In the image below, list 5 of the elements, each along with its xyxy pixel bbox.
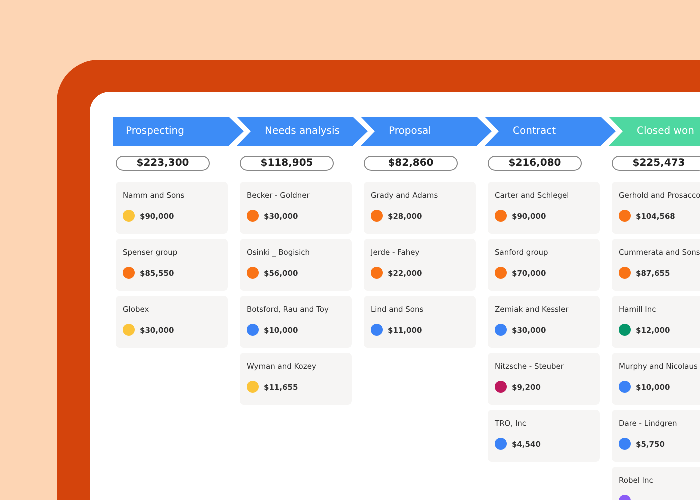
stage-total: $118,905 [240,156,334,171]
stage-total: $223,300 [116,156,210,171]
stage-total: $82,860 [364,156,458,171]
stage-total: $225,473 [612,156,700,171]
stage-total: $216,080 [488,156,582,171]
